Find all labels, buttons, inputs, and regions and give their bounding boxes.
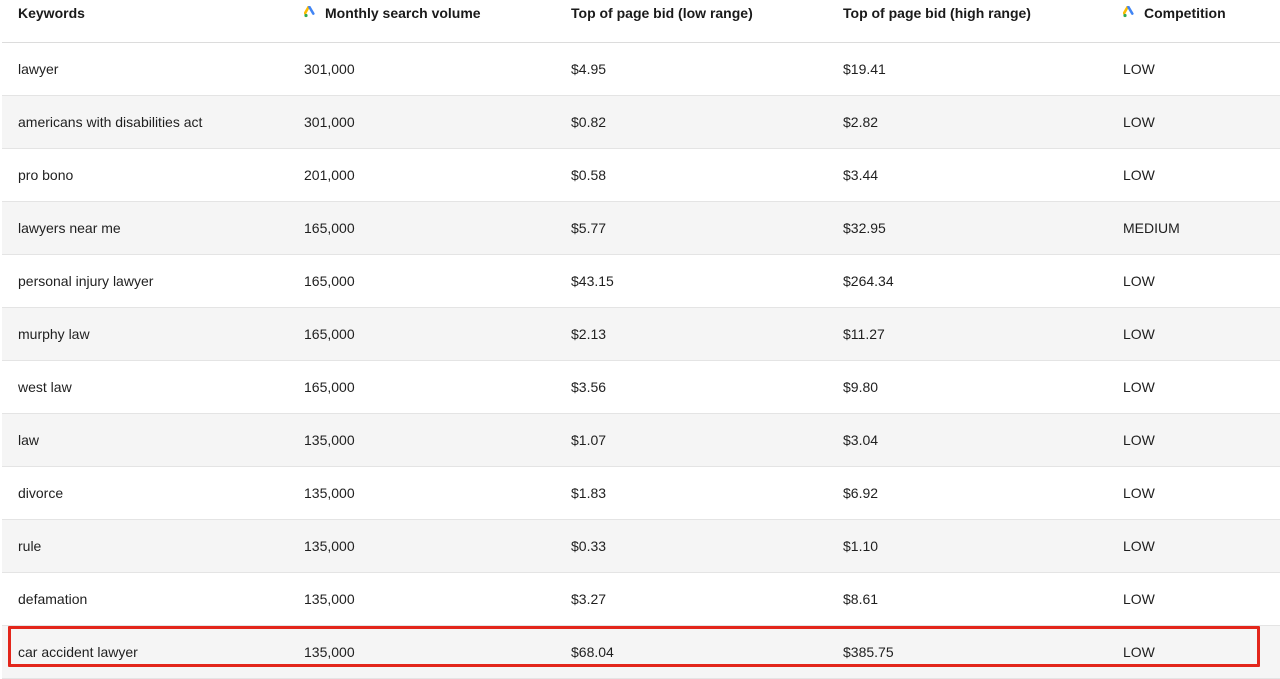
- low-bid-cell: $4.95: [571, 61, 607, 77]
- competition-cell: LOW: [1123, 538, 1155, 554]
- keyword-cell: car accident lawyer: [18, 644, 138, 660]
- competition-cell: MEDIUM: [1123, 220, 1180, 236]
- high-bid-cell: $6.92: [843, 485, 879, 501]
- keyword-cell: defamation: [18, 591, 88, 607]
- table-row: rule 135,000 $0.33 $1.10 LOW: [2, 520, 1280, 573]
- keyword-cell: personal injury lawyer: [18, 273, 154, 289]
- competition-cell: LOW: [1123, 326, 1155, 342]
- volume-cell: 135,000: [304, 432, 355, 448]
- volume-cell: 201,000: [304, 167, 355, 183]
- table-header: Keywords Monthly search volume Top of pa…: [2, 0, 1280, 43]
- high-bid-cell: $3.44: [843, 167, 879, 183]
- volume-cell: 165,000: [304, 273, 355, 289]
- competition-cell: LOW: [1123, 432, 1155, 448]
- google-ads-icon: [1123, 6, 1134, 18]
- volume-cell: 301,000: [304, 114, 355, 130]
- header-label: Keywords: [18, 5, 85, 21]
- low-bid-cell: $3.56: [571, 379, 607, 395]
- low-bid-cell: $43.15: [571, 273, 614, 289]
- volume-cell: 165,000: [304, 220, 355, 236]
- high-bid-cell: $2.82: [843, 114, 879, 130]
- volume-cell: 135,000: [304, 591, 355, 607]
- header-label: Top of page bid (low range): [571, 5, 753, 21]
- low-bid-cell: $0.58: [571, 167, 607, 183]
- volume-cell: 135,000: [304, 485, 355, 501]
- table-row: personal injury lawyer 165,000 $43.15 $2…: [2, 255, 1280, 308]
- keyword-cell: west law: [18, 379, 72, 395]
- high-bid-cell: $19.41: [843, 61, 886, 77]
- keyword-cell: murphy law: [18, 326, 90, 342]
- competition-cell: LOW: [1123, 644, 1155, 660]
- high-bid-cell: $11.27: [843, 326, 885, 342]
- table-row: pro bono 201,000 $0.58 $3.44 LOW: [2, 149, 1280, 202]
- keyword-cell: rule: [18, 538, 42, 554]
- keyword-cell: americans with disabilities act: [18, 114, 203, 130]
- google-ads-icon: [304, 6, 315, 18]
- keyword-cell: divorce: [18, 485, 64, 501]
- table-row: americans with disabilities act 301,000 …: [2, 96, 1280, 149]
- low-bid-cell: $2.13: [571, 326, 607, 342]
- table-row: lawyers near me 165,000 $5.77 $32.95 MED…: [2, 202, 1280, 255]
- header-label: Top of page bid (high range): [843, 5, 1031, 21]
- keyword-cell: lawyer: [18, 61, 59, 77]
- low-bid-cell: $0.82: [571, 114, 607, 130]
- table-row: defamation 135,000 $3.27 $8.61 LOW: [2, 573, 1280, 626]
- header-high-bid[interactable]: Top of page bid (high range): [843, 0, 1031, 21]
- header-keywords[interactable]: Keywords: [18, 0, 85, 21]
- keyword-cell: lawyers near me: [18, 220, 121, 236]
- table-row: law 135,000 $1.07 $3.04 LOW: [2, 414, 1280, 467]
- header-label: Monthly search volume: [325, 5, 481, 21]
- low-bid-cell: $3.27: [571, 591, 607, 607]
- keyword-table: Keywords Monthly search volume Top of pa…: [2, 0, 1280, 679]
- table-row: west law 165,000 $3.56 $9.80 LOW: [2, 361, 1280, 414]
- high-bid-cell: $264.34: [843, 273, 894, 289]
- volume-cell: 135,000: [304, 538, 355, 554]
- high-bid-cell: $32.95: [843, 220, 886, 236]
- competition-cell: LOW: [1123, 273, 1155, 289]
- low-bid-cell: $1.07: [571, 432, 607, 448]
- volume-cell: 135,000: [304, 644, 355, 660]
- competition-cell: LOW: [1123, 114, 1155, 130]
- high-bid-cell: $1.10: [843, 538, 879, 554]
- table-row: lawyer 301,000 $4.95 $19.41 LOW: [2, 43, 1280, 96]
- low-bid-cell: $0.33: [571, 538, 607, 554]
- table-row: divorce 135,000 $1.83 $6.92 LOW: [2, 467, 1280, 520]
- table-row: murphy law 165,000 $2.13 $11.27 LOW: [2, 308, 1280, 361]
- table-row-highlighted: car accident lawyer 135,000 $68.04 $385.…: [2, 626, 1280, 679]
- competition-cell: LOW: [1123, 61, 1155, 77]
- low-bid-cell: $5.77: [571, 220, 607, 236]
- high-bid-cell: $9.80: [843, 379, 879, 395]
- competition-cell: LOW: [1123, 591, 1155, 607]
- header-low-bid[interactable]: Top of page bid (low range): [571, 0, 753, 21]
- volume-cell: 165,000: [304, 326, 355, 342]
- competition-cell: LOW: [1123, 167, 1155, 183]
- high-bid-cell: $8.61: [843, 591, 879, 607]
- competition-cell: LOW: [1123, 485, 1155, 501]
- header-monthly-search-volume[interactable]: Monthly search volume: [304, 0, 481, 21]
- keyword-cell: pro bono: [18, 167, 74, 183]
- header-label: Competition: [1144, 5, 1226, 21]
- low-bid-cell: $1.83: [571, 485, 607, 501]
- header-competition[interactable]: Competition: [1123, 0, 1226, 21]
- volume-cell: 301,000: [304, 61, 355, 77]
- high-bid-cell: $3.04: [843, 432, 879, 448]
- high-bid-cell: $385.75: [843, 644, 894, 660]
- competition-cell: LOW: [1123, 379, 1155, 395]
- volume-cell: 165,000: [304, 379, 355, 395]
- keyword-cell: law: [18, 432, 40, 448]
- low-bid-cell: $68.04: [571, 644, 614, 660]
